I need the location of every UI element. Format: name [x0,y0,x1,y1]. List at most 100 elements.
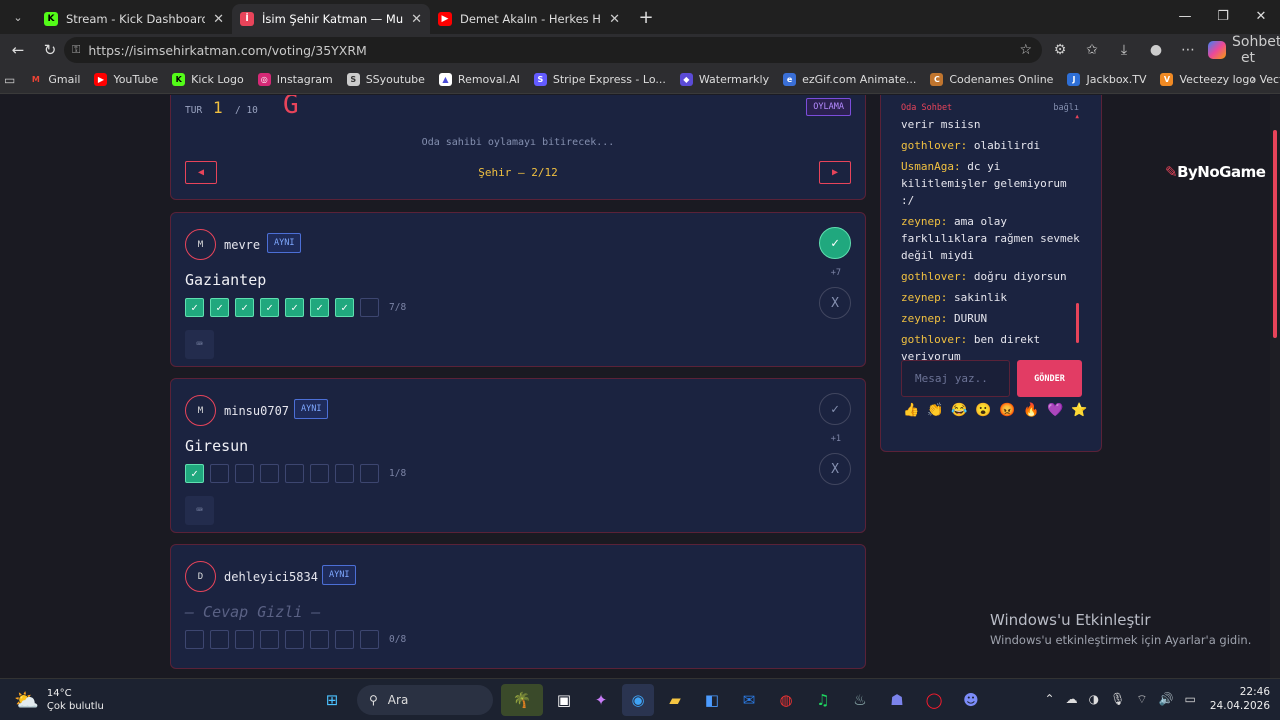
chat-scrollbar[interactable] [1076,303,1079,343]
search-highlight-icon[interactable]: 🌴 [501,684,543,716]
partly-cloudy-icon: ⛅ [14,688,39,712]
emoji-button[interactable]: 😮 [975,403,999,418]
chat-username: zeynep: [901,215,954,228]
emoji-button[interactable]: 🔥 [1023,403,1047,418]
extensions-icon[interactable]: ⚙ [1044,42,1076,58]
emoji-button[interactable]: 😂 [951,403,975,418]
downloads-icon[interactable]: ⤓ [1108,42,1140,58]
tab-list-button[interactable]: ⌄ [4,3,32,31]
emoji-button[interactable]: 💜 [1047,403,1071,418]
emoji-button[interactable]: 👏 [927,403,951,418]
bookmark-ssyoutube[interactable]: S SSyoutube [346,73,425,86]
emoji-button[interactable]: 😡 [999,403,1023,418]
refresh-icon[interactable]: ↻ [36,36,64,64]
wifi-icon[interactable]: ⌔ [1136,692,1147,707]
scrollbar-thumb[interactable] [1273,130,1277,338]
tab-isim-sehir-katman[interactable]: İ İsim Şehir Katman — Multiplayer K ✕ [232,4,430,34]
bookmark-gmail[interactable]: M Gmail [29,73,81,86]
chat-message: gothlover: olabilirdi [901,137,1081,154]
profile-icon[interactable]: ● [1140,42,1172,58]
chat-message: zeynep: sakinlik [901,289,1081,306]
chrome-icon[interactable]: ◍ [770,684,802,716]
more-menu-icon[interactable]: ⋯ [1172,42,1204,58]
emoji-button[interactable]: 👍 [903,403,927,418]
bookmark-kick-logo[interactable]: K Kick Logo [172,73,244,86]
url-field[interactable]: ⚿ https://isimsehirkatman.com/voting/35Y… [64,37,1042,63]
mail-icon[interactable]: ✉ [733,684,765,716]
tray-app-icon[interactable]: ◑ [1089,692,1099,706]
favorites-icon[interactable]: ✩ [1076,42,1108,58]
player-card: M minsu0707 AYNI Giresun ✓ 1/8 ⌨ ✓ +1 X [170,378,866,533]
bookmark-ezgif[interactable]: e ezGif.com Animate... [783,73,916,86]
apps-icon[interactable]: ▭ [4,73,15,87]
chat-input[interactable]: Mesaj yaz.. [901,360,1010,397]
vote-box-checked: ✓ [235,298,254,317]
new-tab-button[interactable]: + [632,3,660,31]
weather-widget[interactable]: ⛅ 14°C Çok bulutlu [14,687,104,713]
tray-overflow-icon[interactable]: ⌃ [1045,692,1055,706]
start-icon[interactable]: ⊞ [316,684,348,716]
vote-no-button[interactable]: X [819,287,851,319]
bookmark-stripe[interactable]: S Stripe Express - Lo... [533,73,666,86]
close-tab-icon[interactable]: ✕ [213,12,224,27]
close-tab-icon[interactable]: ✕ [411,12,422,27]
next-category-button[interactable]: ▶ [819,161,851,184]
volume-icon[interactable]: 🔊 [1159,692,1174,706]
task-view-icon[interactable]: ▣ [548,684,580,716]
bookmark-watermarkly[interactable]: ◆ Watermarkly [679,73,769,86]
vote-box-checked: ✓ [210,298,229,317]
favorite-star-icon[interactable]: ☆ [1019,42,1032,58]
opera-icon[interactable]: ◯ [918,684,950,716]
spotify-icon[interactable]: ♫ [807,684,839,716]
bookmarks-more-icon[interactable]: › [1251,72,1256,87]
tab-youtube-video[interactable]: ▶ Demet Akalın - Herkes Hak Ettiği G ✕ [430,4,628,34]
vote-yes-button[interactable]: ✓ [819,227,851,259]
store-icon[interactable]: ◧ [696,684,728,716]
copilot-taskbar-icon[interactable]: ✦ [585,684,617,716]
edge-icon[interactable]: ◉ [622,684,654,716]
copilot-button[interactable]: Sohbet et [1208,34,1280,66]
bookmark-youtube[interactable]: ▶ YouTube [94,73,158,86]
vote-no-button[interactable]: X [819,453,851,485]
copilot-icon [1208,41,1226,59]
waiting-text: Oda sahibi oylamayı bitirecek... [421,137,615,148]
steam-icon[interactable]: ♨ [844,684,876,716]
back-icon[interactable]: ← [4,36,32,64]
youtube-icon: ▶ [438,12,452,26]
bookmark-instagram[interactable]: ◎ Instagram [257,73,333,86]
youtube-icon: ▶ [94,73,108,86]
minimize-icon[interactable]: — [1166,0,1204,32]
maximize-icon[interactable]: ❐ [1204,0,1242,32]
round-header: TUR 1 / 10 G OYLAMA Oda sahibi oylamayı … [170,95,866,200]
close-window-icon[interactable]: ✕ [1242,0,1280,32]
vote-yes-button[interactable]: ✓ [819,393,851,425]
bookmark-codenames[interactable]: C Codenames Online [930,73,1053,86]
microphone-icon[interactable]: 🎙 [1110,692,1125,706]
site-info-icon[interactable]: ⚿ [72,43,80,57]
onedrive-icon[interactable]: ☁ [1066,692,1078,706]
avatar: D [185,561,216,592]
bookmark-removal-ai[interactable]: ▲ Removal.AI [438,73,520,86]
keyboard-icon[interactable]: ⌨ [185,330,214,359]
close-tab-icon[interactable]: ✕ [609,12,620,27]
file-explorer-icon[interactable]: ▰ [659,684,691,716]
tab-kick-dashboard[interactable]: K Stream - Kick Dashboard ✕ [36,4,232,34]
emoji-bar: 👍 👏 😂 😮 😡 🔥 💜 ⭐ [903,403,1095,418]
same-badge: AYNI [267,233,302,253]
emoji-button[interactable]: ⭐ [1071,403,1095,418]
send-button[interactable]: GÖNDER [1017,360,1082,397]
vote-box-empty [360,464,379,483]
player-card: M mevre AYNI Gaziantep ✓ ✓ ✓ ✓ ✓ ✓ ✓ 7/8 ⌨ ✓ +7… [170,212,866,367]
keyboard-icon[interactable]: ⌨ [185,496,214,525]
bookmark-vecteezy[interactable]: VVecteezy logo Vect... [1160,73,1280,86]
discord-icon[interactable]: ☻ [955,684,987,716]
battery-icon[interactable]: ▭ [1185,692,1196,706]
teams-icon[interactable]: ☗ [881,684,913,716]
phase-badge: OYLAMA [806,98,851,116]
bookmark-jackbox[interactable]: J Jackbox.TV [1067,73,1146,86]
clock[interactable]: 22:46 24.04.2026 [1210,685,1270,713]
taskbar-search[interactable]: ⚲ Ara [357,685,493,715]
chat-title: Oda Sohbet [901,103,953,113]
page-scrollbar[interactable] [1270,95,1280,678]
codenames-icon: C [930,73,944,86]
